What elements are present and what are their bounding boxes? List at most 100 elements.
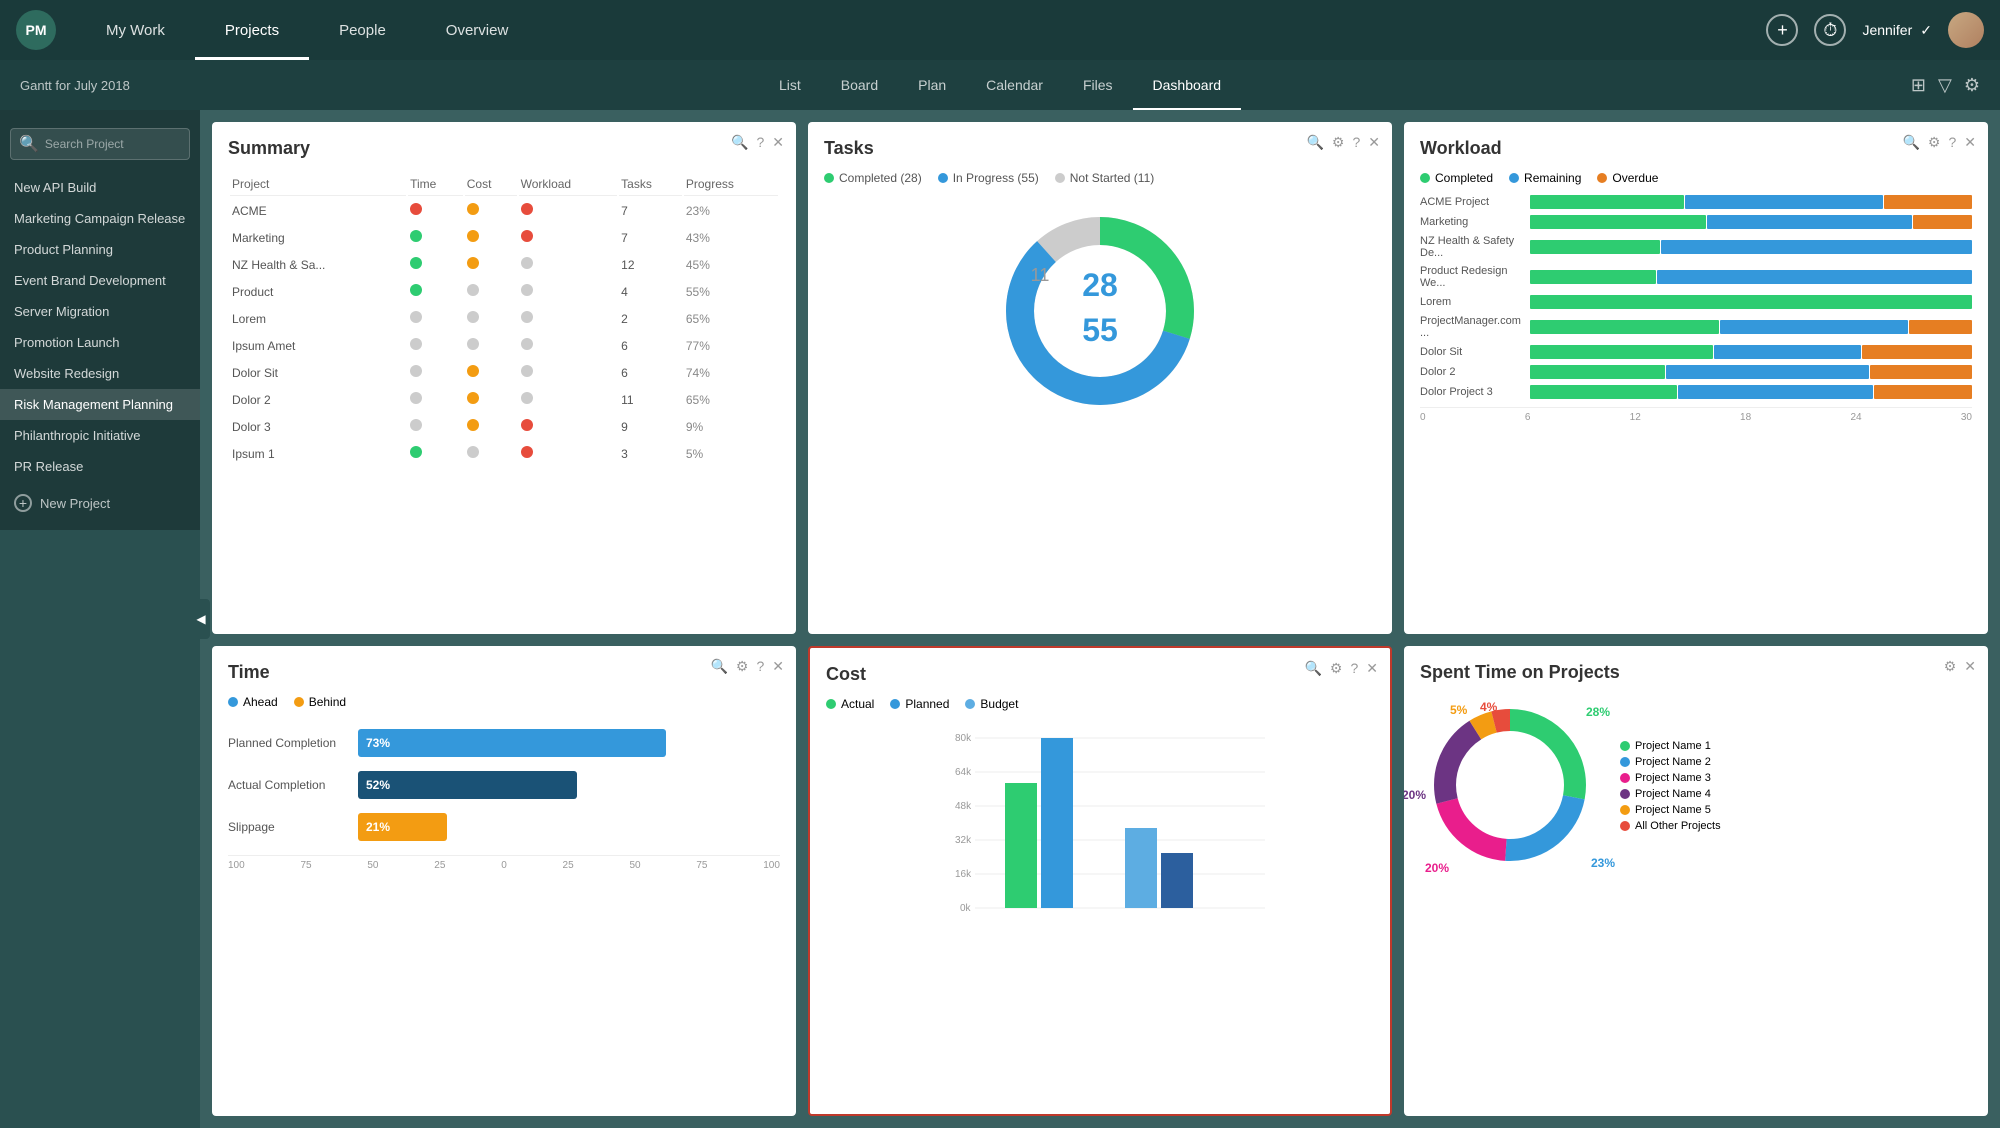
workload-close-icon[interactable]: ✕: [1964, 134, 1976, 151]
dashboard: Summary 🔍 ? ✕ Project Time Cost Workload…: [200, 110, 2000, 1128]
workload-row: Marketing: [1420, 215, 1972, 229]
tab-plan[interactable]: Plan: [898, 60, 966, 110]
grid-icon[interactable]: ⊞: [1911, 75, 1926, 96]
app-logo[interactable]: PM: [16, 10, 56, 50]
time-search-icon[interactable]: 🔍: [710, 658, 727, 675]
workload-settings-icon[interactable]: ⚙: [1928, 134, 1941, 151]
user-badge[interactable]: Jennifer ✓: [1862, 22, 1932, 39]
workload-legend-completed: Completed: [1420, 171, 1493, 185]
sidebar-item-new-api-build[interactable]: New API Build: [0, 172, 200, 203]
row-cost: [465, 387, 517, 412]
nav-people[interactable]: People: [309, 0, 416, 60]
sidebar-item-promotion-launch[interactable]: Promotion Launch: [0, 327, 200, 358]
time-help-icon[interactable]: ?: [756, 658, 764, 675]
row-progress: 77%: [684, 333, 778, 358]
workload-search-icon[interactable]: 🔍: [1902, 134, 1919, 151]
col-project: Project: [230, 173, 406, 196]
row-time: [408, 279, 463, 304]
svg-text:28: 28: [1082, 267, 1118, 303]
settings-icon[interactable]: ⚙: [1964, 75, 1980, 96]
tab-calendar[interactable]: Calendar: [966, 60, 1063, 110]
row-project: ACME: [230, 198, 406, 223]
wbar-completed: [1530, 295, 1972, 309]
row-project: Dolor 3: [230, 414, 406, 439]
workload-bars: [1530, 385, 1972, 399]
cost-help-icon[interactable]: ?: [1350, 660, 1358, 677]
sidebar-item-product-planning[interactable]: Product Planning: [0, 234, 200, 265]
tab-board[interactable]: Board: [821, 60, 898, 110]
tasks-search-icon[interactable]: 🔍: [1306, 134, 1323, 151]
row-workload: [519, 441, 618, 466]
sidebar-item-event-brand[interactable]: Event Brand Development: [0, 265, 200, 296]
nav-projects[interactable]: Projects: [195, 0, 309, 60]
wbar-completed: [1530, 240, 1660, 254]
tab-dashboard[interactable]: Dashboard: [1133, 60, 1242, 110]
time-bar-actual: Actual Completion 52%: [228, 771, 780, 799]
row-cost: [465, 198, 517, 223]
search-box[interactable]: 🔍: [10, 128, 190, 160]
summary-card: Summary 🔍 ? ✕ Project Time Cost Workload…: [212, 122, 796, 634]
workload-help-icon[interactable]: ?: [1948, 134, 1956, 151]
sidebar-item-pr-release[interactable]: PR Release: [0, 451, 200, 482]
row-workload: [519, 198, 618, 223]
row-tasks: 11: [619, 387, 682, 412]
row-time: [408, 441, 463, 466]
time-close-icon[interactable]: ✕: [772, 658, 784, 675]
cost-settings-icon[interactable]: ⚙: [1330, 660, 1343, 677]
row-cost: [465, 225, 517, 250]
time-settings-icon[interactable]: ⚙: [736, 658, 749, 675]
spent-close-icon[interactable]: ✕: [1964, 658, 1976, 675]
col-workload: Workload: [519, 173, 618, 196]
spent-settings-icon[interactable]: ⚙: [1944, 658, 1957, 675]
summary-help-icon[interactable]: ?: [756, 134, 764, 151]
workload-label: Marketing: [1420, 216, 1530, 228]
tasks-help-icon[interactable]: ?: [1352, 134, 1360, 151]
new-project-button[interactable]: + New Project: [0, 486, 200, 520]
sidebar-item-server-migration[interactable]: Server Migration: [0, 296, 200, 327]
row-time: [408, 333, 463, 358]
cost-search-icon[interactable]: 🔍: [1304, 660, 1321, 677]
cost-legend-budget: Budget: [965, 697, 1018, 711]
table-row: ACME 7 23%: [230, 198, 778, 223]
row-workload: [519, 360, 618, 385]
filter-icon[interactable]: ▽: [1938, 75, 1952, 96]
pct-5: 5%: [1450, 703, 1467, 717]
sidebar-item-risk-management[interactable]: Risk Management Planning: [0, 389, 200, 420]
wl-remaining-dot: [1509, 173, 1519, 183]
summary-search-icon[interactable]: 🔍: [731, 134, 748, 151]
workload-bars: [1530, 195, 1972, 209]
summary-close-icon[interactable]: ✕: [772, 134, 784, 151]
sidebar-item-philanthropic[interactable]: Philanthropic Initiative: [0, 420, 200, 451]
tab-list[interactable]: List: [759, 60, 821, 110]
donut-container: 28 55 11: [824, 201, 1376, 421]
workload-row: Product Redesign We...: [1420, 265, 1972, 289]
sidebar-item-website-redesign[interactable]: Website Redesign: [0, 358, 200, 389]
svg-text:80k: 80k: [955, 733, 972, 744]
cost-chart: 80k 64k 48k 32k 16k 0k: [826, 723, 1374, 943]
sidebar-collapse[interactable]: ◀: [192, 599, 210, 639]
add-icon[interactable]: +: [1766, 14, 1798, 46]
svg-text:32k: 32k: [955, 835, 972, 846]
tab-files[interactable]: Files: [1063, 60, 1133, 110]
spent-time-card: Spent Time on Projects ⚙ ✕: [1404, 646, 1988, 1116]
workload-legend: Completed Remaining Overdue: [1420, 171, 1972, 185]
cost-close-icon[interactable]: ✕: [1366, 660, 1378, 677]
avatar[interactable]: [1948, 12, 1984, 48]
actual-dot: [826, 699, 836, 709]
wbar-overdue: [1884, 195, 1972, 209]
nav-my-work[interactable]: My Work: [76, 0, 195, 60]
row-tasks: 6: [619, 333, 682, 358]
tasks-settings-icon[interactable]: ⚙: [1332, 134, 1345, 151]
workload-card-icons: 🔍 ⚙ ? ✕: [1902, 134, 1976, 151]
sidebar-item-marketing-campaign[interactable]: Marketing Campaign Release: [0, 203, 200, 234]
nav-overview[interactable]: Overview: [416, 0, 539, 60]
tasks-close-icon[interactable]: ✕: [1368, 134, 1380, 151]
spent-time-title: Spent Time on Projects: [1420, 662, 1972, 683]
row-workload: [519, 225, 618, 250]
timer-icon[interactable]: ⏱: [1814, 14, 1846, 46]
row-tasks: 3: [619, 441, 682, 466]
cost-bar-planned-2: [1161, 853, 1193, 908]
spent-legend-5: Project Name 5: [1620, 804, 1721, 816]
workload-bars: [1530, 295, 1972, 309]
search-input[interactable]: [45, 137, 181, 151]
